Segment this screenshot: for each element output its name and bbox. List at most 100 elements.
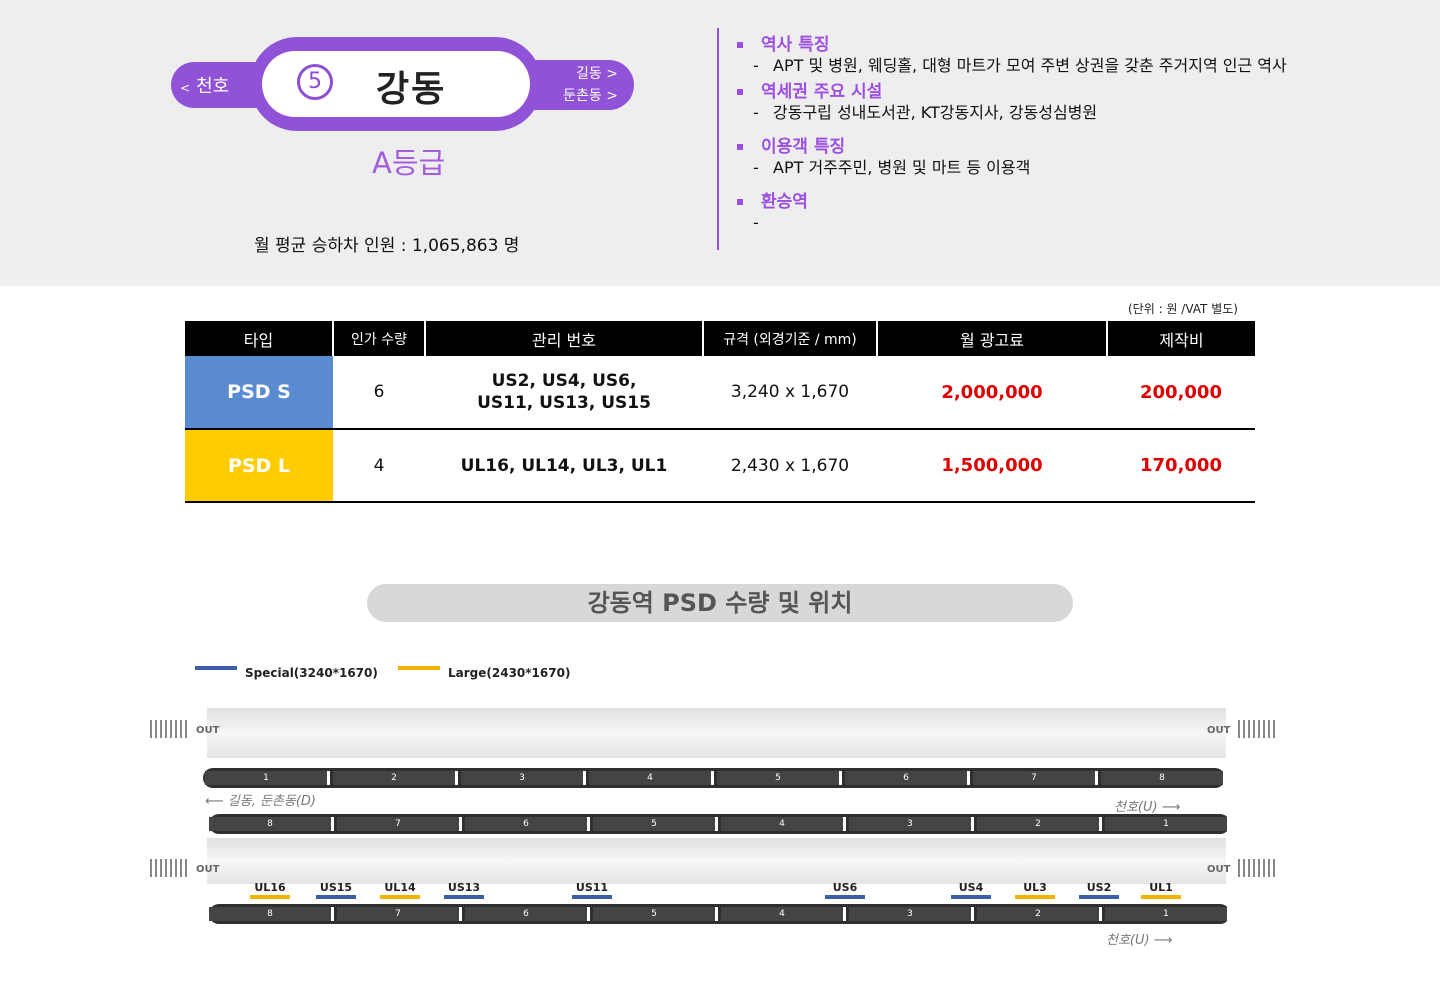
type-cell: PSD S (185, 356, 333, 430)
column-header: 제작비 (1106, 321, 1255, 356)
table-row: PSD S 6 US2, US4, US6, US11, US13, US15 … (185, 356, 1255, 430)
arrow-right-icon: ⟶ (1157, 800, 1181, 815)
psd-marker[interactable]: UL14 (380, 881, 420, 899)
legend-large: Large(2430*1670) (398, 665, 571, 680)
type-cell: PSD L (185, 429, 333, 503)
train-car: 5 (717, 771, 842, 785)
legend-swatch (195, 665, 237, 670)
legend-special: Special(3240*1670) (195, 665, 378, 680)
arrow-left-icon: ⟵ (205, 794, 228, 809)
info-body: 강동구립 성내도서관, KT강동지사, 강동성심병원 (735, 103, 1335, 122)
psd-bar (1079, 895, 1119, 899)
production-cost-cell: 170,000 (1107, 429, 1255, 503)
psd-bar (1141, 895, 1181, 899)
track-up-2: 87654321 (209, 904, 1230, 924)
qty-cell: 6 (333, 356, 425, 430)
train-car: 4 (721, 817, 846, 831)
psd-bar (825, 895, 865, 899)
psd-label: US2 (1086, 881, 1112, 894)
direction-text: 길동, 둔촌동(D) (227, 794, 316, 809)
exit-label: OUT (196, 864, 220, 875)
train-car: 7 (337, 817, 462, 831)
station-grade: A등급 (372, 146, 446, 180)
train-car: 2 (977, 817, 1102, 831)
platform-lower (207, 838, 1226, 884)
info-heading: 이용객 특징 (735, 136, 1335, 158)
psd-marker[interactable]: US6 (825, 881, 865, 899)
diagram-title: 강동역 PSD 수량 및 위치 (367, 584, 1073, 622)
psd-marker[interactable]: UL16 (250, 881, 290, 899)
psd-marker[interactable]: UL3 (1015, 881, 1055, 899)
column-header: 인가 수량 (332, 321, 425, 356)
psd-bar (572, 895, 612, 899)
pricing-table: 타입 인가 수량 관리 번호 규격 (외경기준 / mm) 월 광고료 제작비 … (185, 321, 1255, 503)
stairs-icon (1238, 720, 1278, 738)
legend-swatch (398, 665, 440, 670)
monthly-fee-cell: 2,000,000 (877, 356, 1107, 430)
platform-upper (207, 708, 1226, 758)
direction-text: 천호(U) (1114, 800, 1158, 815)
unit-note: (단위 : 원 /VAT 별도) (1128, 302, 1238, 316)
column-header: 월 광고료 (876, 321, 1107, 356)
psd-label: US15 (319, 881, 353, 894)
psd-label: US11 (575, 881, 609, 894)
psd-marker[interactable]: US11 (572, 881, 612, 899)
psd-label: US4 (958, 881, 984, 894)
size-cell: 3,240 x 1,670 (703, 356, 877, 430)
column-header: 타입 (185, 321, 333, 356)
psd-bar (250, 895, 290, 899)
psd-marker[interactable]: US13 (444, 881, 484, 899)
codes-cell: US2, US4, US6, US11, US13, US15 (425, 356, 703, 430)
prev-station-label[interactable]: < 천호 (180, 72, 229, 98)
info-divider (717, 28, 719, 250)
psd-bar (1015, 895, 1055, 899)
monthly-fee-cell: 1,500,000 (877, 429, 1107, 503)
psd-marker[interactable]: UL1 (1141, 881, 1181, 899)
train-car: 6 (465, 817, 590, 831)
train-car: 5 (593, 817, 718, 831)
info-heading: 역사 특징 (735, 34, 1335, 56)
legend-label: Large(2430*1670) (448, 666, 571, 680)
monthly-riders: 월 평균 승하차 인원 : 1,065,863 명 (254, 236, 520, 256)
stairs-icon (150, 859, 190, 877)
train-car: 1 (1105, 817, 1230, 831)
track-down: 12345678 (203, 768, 1226, 788)
stairs-icon (1238, 859, 1278, 877)
psd-bar (380, 895, 420, 899)
train-car: 2 (333, 771, 458, 785)
psd-bar (316, 895, 356, 899)
direction-down-label: ⟵ 길동, 둔촌동(D) (205, 790, 316, 809)
psd-marker[interactable]: US15 (316, 881, 356, 899)
psd-bar (951, 895, 991, 899)
train-car: 8 (209, 907, 334, 921)
train-car: 8 (1101, 771, 1226, 785)
train-car: 6 (465, 907, 590, 921)
train-car: 5 (593, 907, 718, 921)
station-name: 강동 (376, 69, 447, 110)
train-car: 4 (721, 907, 846, 921)
psd-label: UL14 (384, 881, 416, 894)
info-body (735, 213, 1335, 232)
direction-text: 천호(U) (1106, 933, 1150, 948)
next-station-2: 둔촌동 > (563, 88, 618, 104)
psd-label: UL1 (1149, 881, 1173, 894)
qty-cell: 4 (333, 429, 425, 503)
train-car: 4 (589, 771, 714, 785)
train-car: 1 (205, 771, 330, 785)
info-body: APT 및 병원, 웨딩홀, 대형 마트가 모여 주변 상권을 갖춘 주거지역 … (735, 56, 1335, 75)
track-up-1: 87654321 (209, 814, 1230, 834)
direction-up-label: 천호(U) ⟶ (1114, 796, 1180, 815)
info-heading: 역세권 주요 시설 (735, 81, 1335, 103)
psd-marker[interactable]: US2 (1079, 881, 1119, 899)
psd-marker[interactable]: US4 (951, 881, 991, 899)
column-header: 관리 번호 (424, 321, 703, 356)
psd-label: UL16 (254, 881, 286, 894)
legend-label: Special(3240*1670) (245, 666, 378, 680)
psd-label: UL3 (1023, 881, 1047, 894)
station-details: 역사 특징 APT 및 병원, 웨딩홀, 대형 마트가 모여 주변 상권을 갖춘… (735, 34, 1335, 232)
codes-cell: UL16, UL14, UL3, UL1 (425, 429, 703, 503)
table-header-row: 타입 인가 수량 관리 번호 규격 (외경기준 / mm) 월 광고료 제작비 (185, 321, 1255, 356)
direction-up-label: 천호(U) ⟶ (1106, 929, 1172, 948)
next-station-label[interactable]: 길동 > 둔촌동 > (563, 63, 618, 107)
prev-station-text: 천호 (196, 76, 230, 97)
